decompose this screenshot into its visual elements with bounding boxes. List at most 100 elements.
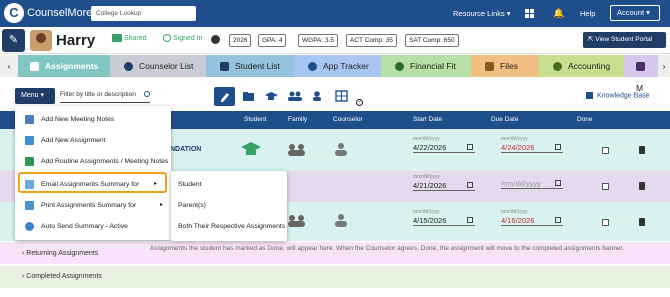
view-icon-bar — [214, 87, 352, 106]
counselor-icon[interactable] — [335, 143, 347, 157]
search-icon[interactable] — [144, 91, 150, 97]
trash-icon[interactable] — [639, 146, 645, 154]
college-lookup-input[interactable]: College Lookup — [91, 6, 196, 21]
view-student-portal-button[interactable]: ⇱ View Student Portal — [583, 32, 666, 48]
filter-placeholder: Filter by title or description — [60, 91, 136, 98]
col-start-date: Start Date — [413, 116, 443, 123]
wgpa-badge: WGPA: 3.5 — [298, 34, 339, 47]
col-counselor: Counselor — [333, 116, 363, 123]
email-icon — [25, 180, 34, 189]
coins-icon — [553, 62, 562, 72]
tab-financial-fit[interactable]: Financial Fit — [381, 55, 471, 77]
apps-grid-icon[interactable] — [525, 9, 534, 18]
brand-name[interactable]: CounselMore — [27, 7, 92, 19]
menu-item-email-summary[interactable]: Email Assignments Summary for ▸ — [18, 172, 167, 193]
done-checkbox[interactable] — [602, 147, 609, 154]
grid-icon[interactable] — [331, 87, 352, 106]
people-icon[interactable] — [284, 87, 305, 106]
trash-icon[interactable] — [639, 218, 645, 226]
tab-accounting[interactable]: Accounting — [539, 55, 624, 77]
clock-icon — [25, 222, 34, 231]
family-icon[interactable] — [288, 144, 305, 156]
menu-button[interactable]: Menu ▾ — [15, 88, 55, 104]
family-icon[interactable] — [288, 215, 305, 227]
menu-item-auto-send[interactable]: Auto Send Summary - Active — [15, 216, 171, 237]
done-checkbox[interactable] — [602, 219, 609, 226]
calendar-icon[interactable] — [467, 144, 473, 150]
tab-counselor-list-label: Counselor List — [139, 61, 194, 71]
graduation-year-badge: 2026 — [229, 34, 252, 47]
due-date-input[interactable]: mm/dd/yyyy 4/16/2026 — [501, 209, 563, 226]
calendar-icon[interactable] — [555, 217, 561, 223]
tab-scroll-left-icon[interactable]: ‹ — [0, 55, 18, 77]
message-icon — [636, 62, 645, 72]
sat-badge: SAT Comp: 650 — [405, 34, 459, 47]
tab-app-tracker[interactable]: App Tracker — [294, 55, 381, 77]
heart-icon — [308, 62, 317, 72]
counselor-icon[interactable] — [335, 214, 347, 228]
help-question-icon[interactable]: ? — [356, 99, 363, 106]
graduation-cap-icon[interactable] — [241, 142, 261, 156]
student-avatar — [30, 30, 52, 51]
menu-item-add-meeting-notes[interactable]: Add New Meeting Notes — [15, 109, 171, 130]
account-menu-button[interactable]: Account ▾ — [610, 5, 660, 21]
folder-icon[interactable] — [238, 87, 259, 106]
start-date-input[interactable]: mm/dd/yyyy 4/22/2026 — [413, 136, 475, 153]
book-icon — [586, 92, 593, 99]
stopwatch-icon[interactable] — [211, 35, 220, 44]
signed-in-label: Signed In — [173, 34, 203, 42]
calendar-icon[interactable] — [467, 217, 473, 223]
tab-more[interactable]: M — [624, 55, 658, 93]
returning-assignments-section[interactable]: › Returning Assignments Assignments the … — [0, 242, 670, 264]
counselmore-logo-icon[interactable]: C — [4, 3, 24, 23]
col-due-date: Due Date — [491, 116, 519, 123]
list-add-icon — [25, 136, 34, 145]
knowledge-base-label: Knowledge Base — [597, 92, 650, 100]
view-student-portal-label: View Student Portal — [595, 36, 653, 43]
submenu-item-student[interactable]: Student — [178, 181, 201, 188]
tab-files[interactable]: Files — [471, 55, 539, 77]
tab-counselor-list[interactable]: Counselor List — [110, 55, 206, 77]
tab-files-label: Files — [500, 61, 518, 71]
shared-status: Shared — [112, 34, 147, 42]
calendar-icon[interactable] — [555, 144, 561, 150]
start-date-input[interactable]: mm/dd/yyyy 4/15/2026 — [413, 209, 475, 226]
graduation-cap-icon[interactable] — [261, 87, 282, 106]
tab-assignments[interactable]: Assignments — [18, 55, 110, 77]
due-date-input[interactable]: mm/dd/yyyy 4/24/2026 — [501, 136, 563, 153]
trash-icon[interactable] — [639, 182, 645, 190]
tab-accounting-label: Accounting — [568, 61, 611, 71]
returning-assignments-label[interactable]: › Returning Assignments — [22, 250, 98, 257]
submenu-item-parents[interactable]: Parent(s) — [178, 202, 206, 209]
filter-input[interactable]: Filter by title or description — [60, 89, 150, 103]
assignment-title[interactable]: NDATION — [170, 146, 201, 153]
start-date-input[interactable]: mm/dd/yyyy 4/21/2026 — [413, 174, 475, 191]
calendar-icon[interactable] — [555, 180, 561, 186]
menu-item-add-routine[interactable]: Add Routine Assignments / Meeting Notes — [15, 151, 171, 172]
student-bar: ✎ Harry Shared Signed In 2026 GPA: 4 WGP… — [0, 27, 670, 54]
edit-student-button[interactable]: ✎ — [2, 29, 25, 52]
graduation-cap-icon — [220, 62, 229, 72]
done-checkbox[interactable] — [602, 183, 609, 190]
col-done: Done — [577, 116, 593, 123]
knowledge-base-link[interactable]: Knowledge Base — [586, 92, 650, 99]
person-icon — [124, 62, 133, 72]
student-name: Harry — [56, 32, 96, 49]
tab-app-tracker-label: App Tracker — [323, 61, 369, 71]
help-link[interactable]: Help — [580, 9, 595, 18]
resource-links-menu[interactable]: Resource Links ▾ — [453, 9, 511, 18]
email-submenu: Student Parent(s) Both Their Respective … — [171, 171, 287, 241]
calendar-icon[interactable] — [467, 182, 473, 188]
notification-bell-icon[interactable]: 🔔 — [553, 8, 564, 19]
person-icon[interactable] — [307, 87, 328, 106]
due-date-input[interactable]: mm/dd/yyyy — [501, 178, 563, 189]
power-icon — [163, 34, 171, 42]
pencil-icon[interactable] — [214, 87, 235, 106]
menu-item-add-assignment[interactable]: Add New Assignment — [15, 130, 171, 151]
menu-item-print-summary[interactable]: Print Assignments Summary for ▸ — [15, 195, 171, 216]
completed-assignments-section[interactable]: › Completed Assignments — [0, 266, 670, 288]
tab-scroll-right-icon[interactable]: › — [658, 55, 670, 77]
submenu-item-both[interactable]: Both Their Respective Assignments — [178, 223, 285, 230]
tab-student-list[interactable]: Student List — [206, 55, 294, 77]
col-family: Family — [288, 116, 308, 123]
